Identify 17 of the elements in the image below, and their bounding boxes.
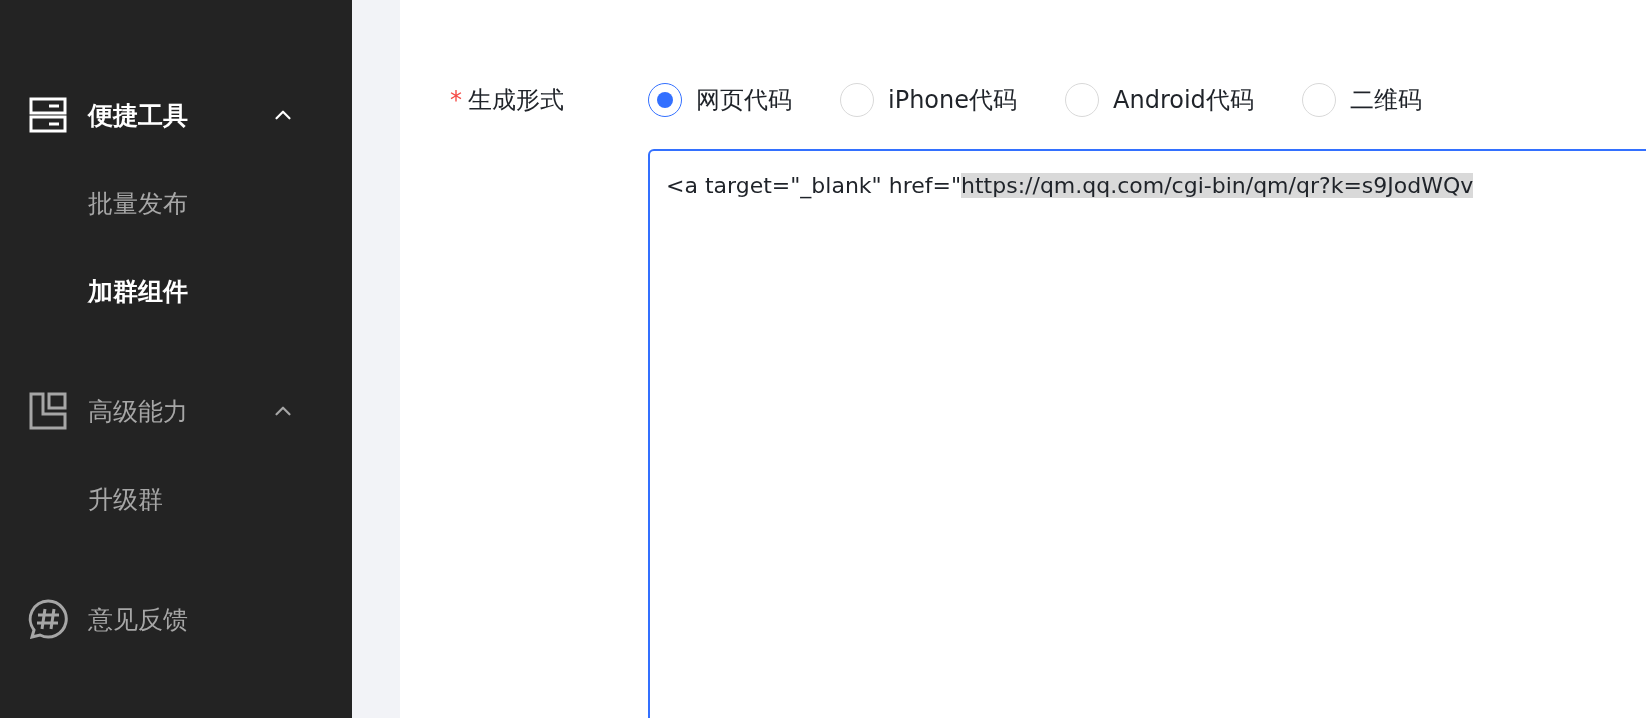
menu-item[interactable]: 批量发布 (88, 186, 296, 220)
menu-item[interactable]: 升级群 (88, 482, 296, 516)
code-field[interactable]: <a target="_blank" href="https://qm.qq.com/cgi-bin/qm/qr?k=s9JodWQv (648, 149, 1646, 718)
radio-label[interactable]: 网页代码 (696, 84, 792, 116)
menu-item[interactable]: 意见反馈 (88, 602, 296, 636)
menu-item[interactable]: 加群组件 (88, 274, 296, 308)
radio-label[interactable]: Android代码 (1113, 84, 1254, 116)
tools-icon (29, 97, 67, 133)
radio-button[interactable] (648, 83, 682, 117)
chat-hash-icon (28, 599, 68, 639)
field-label: 生成形式 (468, 85, 564, 116)
radio-label[interactable]: iPhone代码 (888, 84, 1017, 116)
radio-label[interactable]: 二维码 (1349, 84, 1422, 116)
menu-group[interactable]: 便捷工具 (88, 98, 270, 132)
layout-icon (29, 392, 67, 430)
required-mark: * (450, 85, 462, 116)
menu-group[interactable]: 高级能力 (88, 394, 270, 428)
